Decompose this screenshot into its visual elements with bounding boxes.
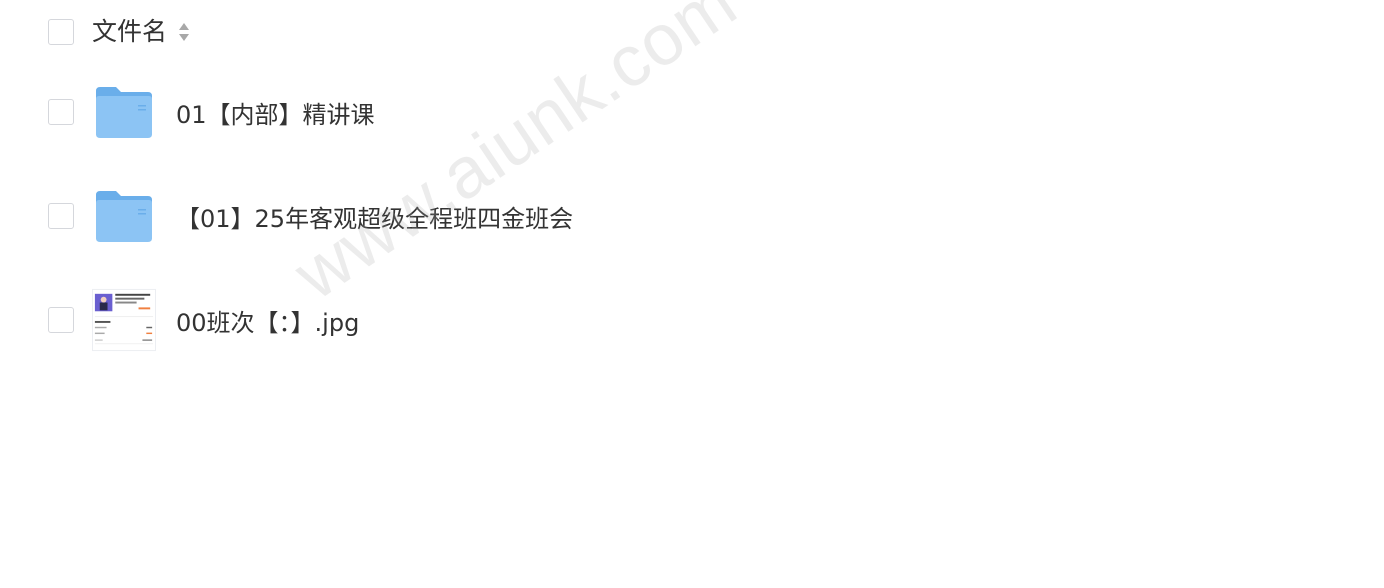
sort-icon[interactable]	[177, 20, 191, 44]
file-list-page: 文件名 01【内部】精讲课 【01】25年客观超级全程班四金班会 00班次【：】…	[0, 0, 1384, 588]
file-list-header: 文件名	[48, 16, 191, 48]
file-row[interactable]: 【01】25年客观超级全程班四金班会	[48, 184, 573, 248]
row-checkbox[interactable]	[48, 99, 74, 125]
select-all-checkbox[interactable]	[48, 19, 74, 45]
filename-column-header[interactable]: 文件名	[92, 16, 167, 48]
file-row[interactable]: 01【内部】精讲课	[48, 80, 375, 144]
row-checkbox[interactable]	[48, 307, 74, 333]
file-name[interactable]: 【01】25年客观超级全程班四金班会	[176, 199, 573, 234]
image-thumbnail	[92, 288, 156, 352]
row-checkbox[interactable]	[48, 203, 74, 229]
folder-icon	[92, 184, 156, 248]
file-name[interactable]: 00班次【：】.jpg	[176, 303, 359, 338]
file-name[interactable]: 01【内部】精讲课	[176, 95, 375, 130]
watermark: www.aiunk.com	[280, 0, 751, 316]
file-row[interactable]: 00班次【：】.jpg	[48, 288, 359, 352]
folder-icon	[92, 80, 156, 144]
